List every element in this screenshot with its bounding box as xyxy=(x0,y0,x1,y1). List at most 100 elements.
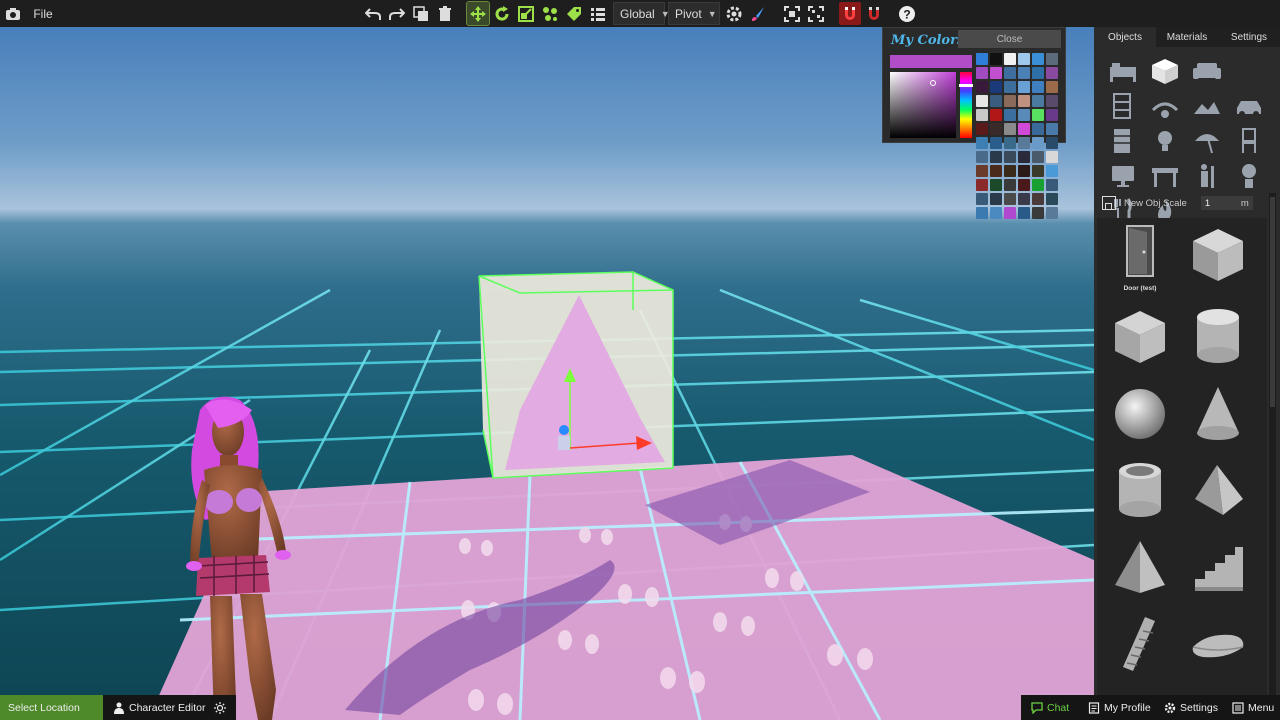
category-decor[interactable] xyxy=(1144,89,1186,122)
category-primitives[interactable] xyxy=(1144,54,1186,87)
color-swatch[interactable] xyxy=(1004,67,1016,79)
delete-button[interactable] xyxy=(434,2,456,25)
object-wedge[interactable] xyxy=(1185,454,1251,526)
color-swatch[interactable] xyxy=(1004,151,1016,163)
color-swatch[interactable] xyxy=(1032,193,1044,205)
redo-button[interactable] xyxy=(386,2,408,25)
color-swatch[interactable] xyxy=(990,53,1002,65)
selected-cube[interactable] xyxy=(478,271,674,479)
snap-settings-button[interactable] xyxy=(723,2,745,25)
object-door[interactable]: Door (test) xyxy=(1107,221,1173,293)
object-list-scrollbar-thumb[interactable] xyxy=(1270,197,1275,407)
color-swatch[interactable] xyxy=(1046,109,1058,121)
color-swatch[interactable] xyxy=(1046,67,1058,79)
menu-button[interactable]: Menu xyxy=(1224,695,1280,720)
category-vehicles[interactable] xyxy=(1228,89,1270,122)
color-swatch[interactable] xyxy=(1004,81,1016,93)
frame-all-button[interactable] xyxy=(805,2,827,25)
color-swatch[interactable] xyxy=(990,95,1002,107)
category-plants[interactable] xyxy=(1228,159,1270,192)
duplicate-button[interactable] xyxy=(410,2,432,25)
color-swatch[interactable] xyxy=(990,179,1002,191)
color-swatch[interactable] xyxy=(1004,193,1016,205)
color-swatch[interactable] xyxy=(976,53,988,65)
color-swatch[interactable] xyxy=(1018,207,1030,219)
category-chairs[interactable] xyxy=(1228,124,1270,157)
object-cone[interactable] xyxy=(1185,378,1251,450)
saturation-value-knob[interactable] xyxy=(930,80,936,86)
color-swatch[interactable] xyxy=(1004,123,1016,135)
color-swatch[interactable] xyxy=(1046,179,1058,191)
category-outdoor[interactable] xyxy=(1186,89,1228,122)
color-swatch[interactable] xyxy=(1018,123,1030,135)
tag-button[interactable] xyxy=(563,2,585,25)
hue-slider-marker[interactable] xyxy=(959,84,973,87)
color-swatch[interactable] xyxy=(1018,67,1030,79)
space-dropdown[interactable]: Global ▼ xyxy=(613,2,670,25)
saturation-value-field[interactable] xyxy=(890,72,956,138)
tab-objects[interactable]: Objects xyxy=(1094,27,1156,47)
color-swatch[interactable] xyxy=(976,179,988,191)
color-swatch[interactable] xyxy=(1004,207,1016,219)
object-sphere[interactable] xyxy=(1107,378,1173,450)
object-tube[interactable] xyxy=(1107,454,1173,526)
color-swatch[interactable] xyxy=(990,193,1002,205)
color-swatch[interactable] xyxy=(990,151,1002,163)
object-pyramid[interactable] xyxy=(1107,532,1173,604)
color-swatch[interactable] xyxy=(1032,95,1044,107)
color-swatch[interactable] xyxy=(1046,193,1058,205)
color-swatch[interactable] xyxy=(1046,81,1058,93)
color-swatch[interactable] xyxy=(976,67,988,79)
color-swatch[interactable] xyxy=(976,193,988,205)
color-swatch[interactable] xyxy=(1046,207,1058,219)
undo-button[interactable] xyxy=(362,2,384,25)
hue-slider[interactable] xyxy=(959,72,973,138)
move-tool-button[interactable] xyxy=(466,1,490,26)
color-swatch[interactable] xyxy=(990,137,1002,149)
color-swatch[interactable] xyxy=(990,109,1002,121)
category-bookcases[interactable] xyxy=(1102,124,1144,157)
rotate-tool-button[interactable] xyxy=(491,2,513,25)
tab-materials[interactable]: Materials xyxy=(1156,27,1218,47)
color-swatch[interactable] xyxy=(990,67,1002,79)
select-location-button[interactable]: Select Location xyxy=(0,695,103,720)
color-swatch[interactable] xyxy=(1032,109,1044,121)
color-swatch[interactable] xyxy=(1046,151,1058,163)
color-swatch[interactable] xyxy=(976,109,988,121)
category-tables[interactable] xyxy=(1144,159,1186,192)
category-bathroom[interactable] xyxy=(1186,159,1228,192)
color-swatch[interactable] xyxy=(1018,165,1030,177)
color-swatch[interactable] xyxy=(976,207,988,219)
scale-tool-button[interactable] xyxy=(515,2,537,25)
object-stairs[interactable] xyxy=(1185,532,1251,604)
color-picker-close-button[interactable]: Close xyxy=(958,30,1061,48)
color-swatch[interactable] xyxy=(1032,81,1044,93)
color-swatch[interactable] xyxy=(1018,95,1030,107)
color-swatch[interactable] xyxy=(1004,165,1016,177)
color-swatch[interactable] xyxy=(1018,81,1030,93)
object-list-scrollbar[interactable] xyxy=(1269,193,1276,713)
color-swatch[interactable] xyxy=(1032,137,1044,149)
character-editor-button[interactable]: Character Editor xyxy=(103,695,208,720)
color-swatch[interactable] xyxy=(1004,95,1016,107)
color-swatch[interactable] xyxy=(1046,165,1058,177)
category-lighting[interactable] xyxy=(1144,124,1186,157)
focus-button[interactable] xyxy=(781,2,803,25)
category-beds[interactable] xyxy=(1102,54,1144,87)
color-swatch[interactable] xyxy=(976,137,988,149)
color-swatch[interactable] xyxy=(1032,67,1044,79)
color-swatch[interactable] xyxy=(976,151,988,163)
lighting-toggle-button[interactable] xyxy=(208,695,236,720)
color-swatch[interactable] xyxy=(976,123,988,135)
color-swatch[interactable] xyxy=(976,165,988,177)
color-swatch[interactable] xyxy=(1018,53,1030,65)
color-swatch[interactable] xyxy=(1046,137,1058,149)
object-cube[interactable] xyxy=(1107,300,1173,372)
help-button[interactable]: ? xyxy=(896,2,918,25)
object-cushion[interactable] xyxy=(1185,608,1251,680)
color-swatch[interactable] xyxy=(1046,95,1058,107)
color-swatch[interactable] xyxy=(990,207,1002,219)
color-swatch[interactable] xyxy=(1032,207,1044,219)
color-swatch[interactable] xyxy=(990,81,1002,93)
snap-magnet-button[interactable] xyxy=(839,2,861,25)
